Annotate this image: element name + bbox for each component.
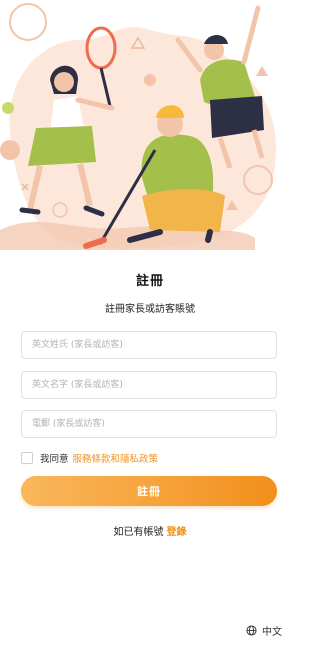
terms-privacy-link[interactable]: 服務條款和隱私政策 <box>73 451 159 465</box>
login-prompt-text: 如已有帳號 <box>113 527 164 538</box>
agree-checkbox[interactable] <box>21 452 33 464</box>
register-button[interactable]: 註冊 <box>21 476 277 506</box>
last-name-input[interactable] <box>21 331 277 359</box>
page-title: 註冊 <box>135 274 164 289</box>
globe-icon <box>246 625 257 636</box>
login-link[interactable]: 登錄 <box>167 527 187 538</box>
language-switcher[interactable]: 中文 <box>246 623 282 638</box>
first-name-input[interactable] <box>21 371 277 399</box>
agree-text: 我同意 <box>40 454 69 465</box>
login-prompt-row: 如已有帳號 登錄 <box>0 523 300 538</box>
hero-illustration <box>0 3 276 250</box>
agreement-row: 我同意 服務條款和隱私政策 <box>21 451 158 465</box>
email-input[interactable] <box>21 410 277 438</box>
language-label: 中文 <box>262 627 282 638</box>
page-subtitle: 註冊家長或訪客賬號 <box>105 304 195 315</box>
